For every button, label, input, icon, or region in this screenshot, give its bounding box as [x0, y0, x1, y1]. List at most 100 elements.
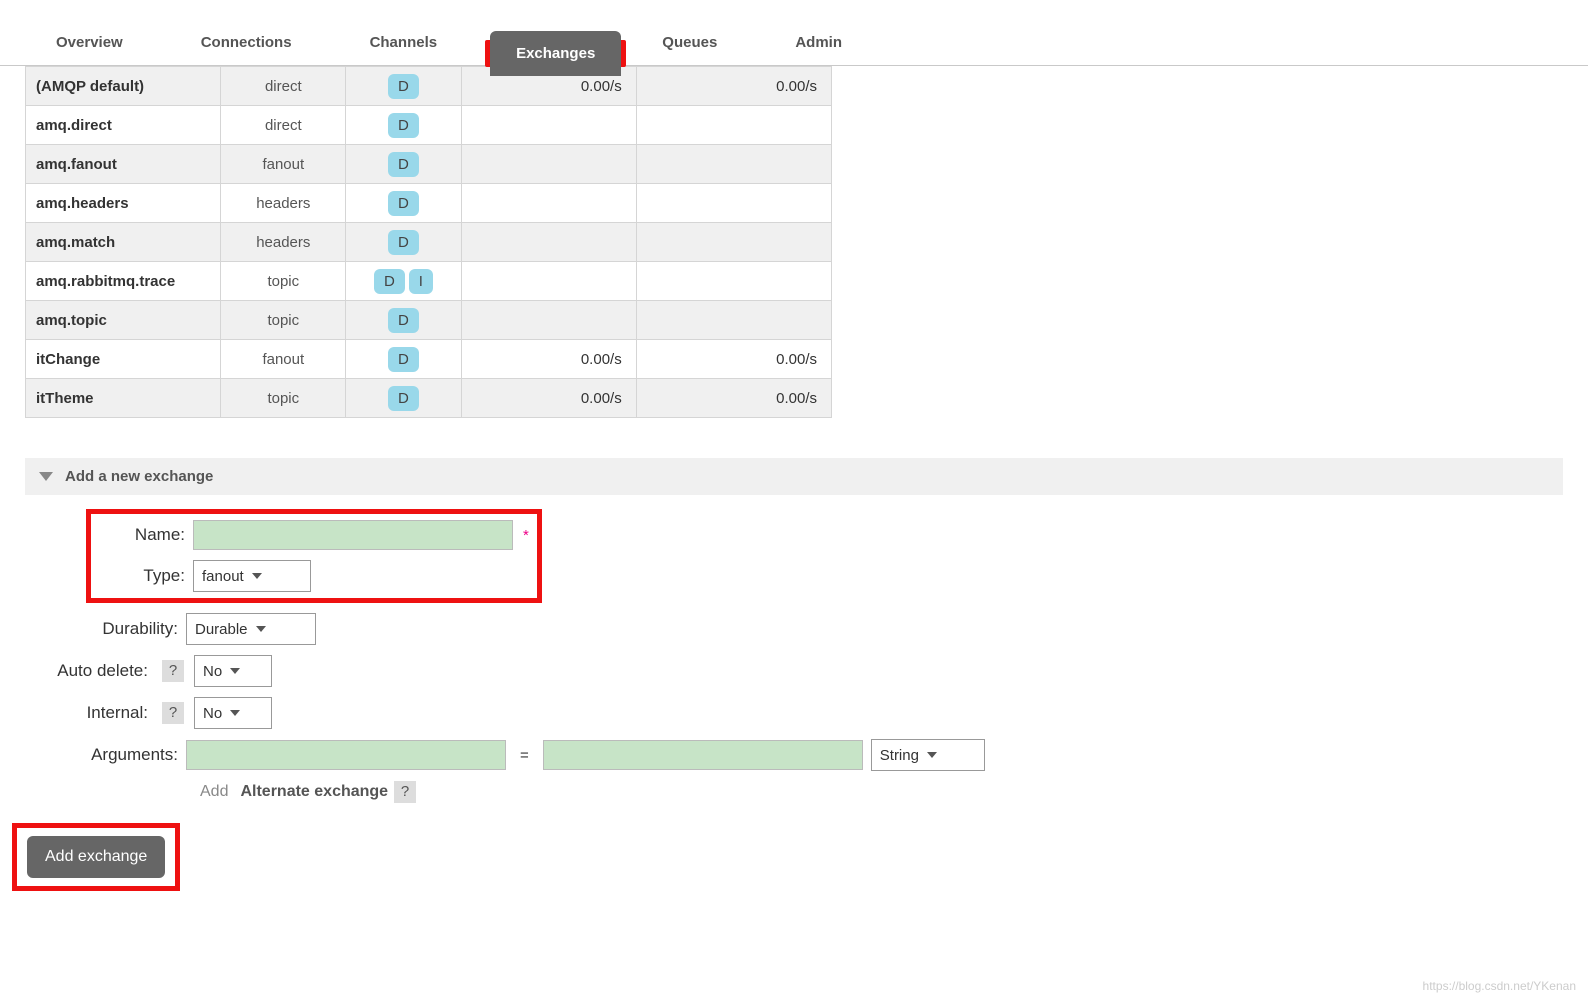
feature-badge: D [388, 152, 419, 177]
caret-down-icon [39, 472, 53, 481]
durability-value: Durable [195, 621, 248, 638]
rate-out [636, 106, 831, 145]
exchange-name[interactable]: itChange [26, 340, 221, 379]
argument-type-select[interactable]: String [871, 739, 985, 771]
type-value: fanout [202, 568, 244, 585]
autodelete-value: No [203, 663, 222, 680]
exchange-name[interactable]: amq.fanout [26, 145, 221, 184]
add-exchange-section-header[interactable]: Add a new exchange [25, 458, 1563, 495]
type-select[interactable]: fanout [193, 560, 311, 592]
rate-in: 0.00/s [461, 379, 636, 418]
internal-help-icon[interactable]: ? [162, 702, 184, 724]
exchanges-table: (AMQP default)directD0.00/s0.00/samq.dir… [25, 66, 832, 418]
rate-in [461, 301, 636, 340]
feature-badge: D [388, 347, 419, 372]
exchange-type: fanout [221, 145, 346, 184]
feature-badge: D [388, 74, 419, 99]
highlight-exchanges-tab: Exchanges [485, 40, 626, 67]
rate-in [461, 145, 636, 184]
exchange-type: headers [221, 223, 346, 262]
table-row: amq.directdirectD [26, 106, 832, 145]
type-label: Type: [99, 566, 193, 586]
exchange-name[interactable]: amq.direct [26, 106, 221, 145]
tab-queues[interactable]: Queues [636, 20, 743, 65]
rate-out: 0.00/s [636, 67, 831, 106]
table-row: (AMQP default)directD0.00/s0.00/s [26, 67, 832, 106]
rate-in [461, 223, 636, 262]
altex-help-icon[interactable]: ? [394, 781, 416, 803]
alternate-exchange-label[interactable]: Alternate exchange [240, 783, 388, 801]
exchange-type: topic [221, 379, 346, 418]
exchange-features: D [346, 379, 461, 418]
durability-select[interactable]: Durable [186, 613, 316, 645]
highlight-name-type: Name: * Type: fanout [86, 509, 542, 603]
add-exchange-button[interactable]: Add exchange [27, 836, 165, 878]
exchange-type: topic [221, 262, 346, 301]
exchange-features: D [346, 184, 461, 223]
exchange-features: D [346, 145, 461, 184]
rate-out [636, 262, 831, 301]
exchange-type: direct [221, 67, 346, 106]
internal-label: Internal: [0, 703, 156, 723]
table-row: itThemetopicD0.00/s0.00/s [26, 379, 832, 418]
rate-out: 0.00/s [636, 379, 831, 418]
nav-tabs: Overview Connections Channels Exchanges … [0, 0, 1588, 66]
arguments-label: Arguments: [0, 745, 186, 765]
tab-channels[interactable]: Channels [344, 20, 464, 65]
add-exchange-form: Name: * Type: fanout Durability: Durable… [0, 509, 1588, 891]
autodelete-select[interactable]: No [194, 655, 272, 687]
table-row: amq.topictopic D [26, 301, 832, 340]
exchange-name[interactable]: itTheme [26, 379, 221, 418]
tab-connections[interactable]: Connections [175, 20, 318, 65]
internal-select[interactable]: No [194, 697, 272, 729]
feature-badge: D [388, 308, 419, 333]
exchange-type: fanout [221, 340, 346, 379]
tab-overview[interactable]: Overview [30, 20, 149, 65]
exchange-features: DI [346, 262, 461, 301]
rate-out [636, 301, 831, 340]
internal-value: No [203, 705, 222, 722]
watermark: https://blog.csdn.net/YKenan [1423, 979, 1576, 993]
table-row: amq.matchheaders D [26, 223, 832, 262]
table-row: amq.rabbitmq.tracetopicDI [26, 262, 832, 301]
exchange-type: headers [221, 184, 346, 223]
table-row: amq.headersheaders D [26, 184, 832, 223]
chevron-down-icon [256, 626, 266, 632]
argument-value-input[interactable] [543, 740, 863, 770]
exchange-features: D [346, 67, 461, 106]
exchange-name[interactable]: amq.match [26, 223, 221, 262]
chevron-down-icon [230, 710, 240, 716]
feature-badge: D [388, 113, 419, 138]
equals-sign: = [514, 747, 535, 764]
tab-exchanges[interactable]: Exchanges [490, 31, 621, 76]
highlight-add-exchange-button: Add exchange [12, 823, 180, 891]
argument-key-input[interactable] [186, 740, 506, 770]
exchange-name[interactable]: (AMQP default) [26, 67, 221, 106]
exchange-features: D [346, 340, 461, 379]
rate-in: 0.00/s [461, 340, 636, 379]
exchange-features: D [346, 301, 461, 340]
exchange-name[interactable]: amq.rabbitmq.trace [26, 262, 221, 301]
table-row: itChangefanout D 0.00/s0.00/s [26, 340, 832, 379]
rate-in [461, 262, 636, 301]
chevron-down-icon [230, 668, 240, 674]
exchange-name[interactable]: amq.headers [26, 184, 221, 223]
rate-out [636, 184, 831, 223]
rate-out [636, 223, 831, 262]
rate-in [461, 184, 636, 223]
add-argument-link[interactable]: Add [200, 783, 228, 801]
name-input[interactable] [193, 520, 513, 550]
argument-type-value: String [880, 747, 919, 764]
feature-badge: D [388, 230, 419, 255]
autodelete-help-icon[interactable]: ? [162, 660, 184, 682]
feature-badge: D [388, 191, 419, 216]
rate-out: 0.00/s [636, 340, 831, 379]
exchange-name[interactable]: amq.topic [26, 301, 221, 340]
add-exchange-title: Add a new exchange [65, 468, 213, 485]
chevron-down-icon [927, 752, 937, 758]
exchange-type: topic [221, 301, 346, 340]
autodelete-label: Auto delete: [0, 661, 156, 681]
tab-admin[interactable]: Admin [769, 20, 868, 65]
exchange-features: D [346, 223, 461, 262]
required-star: * [523, 527, 529, 544]
